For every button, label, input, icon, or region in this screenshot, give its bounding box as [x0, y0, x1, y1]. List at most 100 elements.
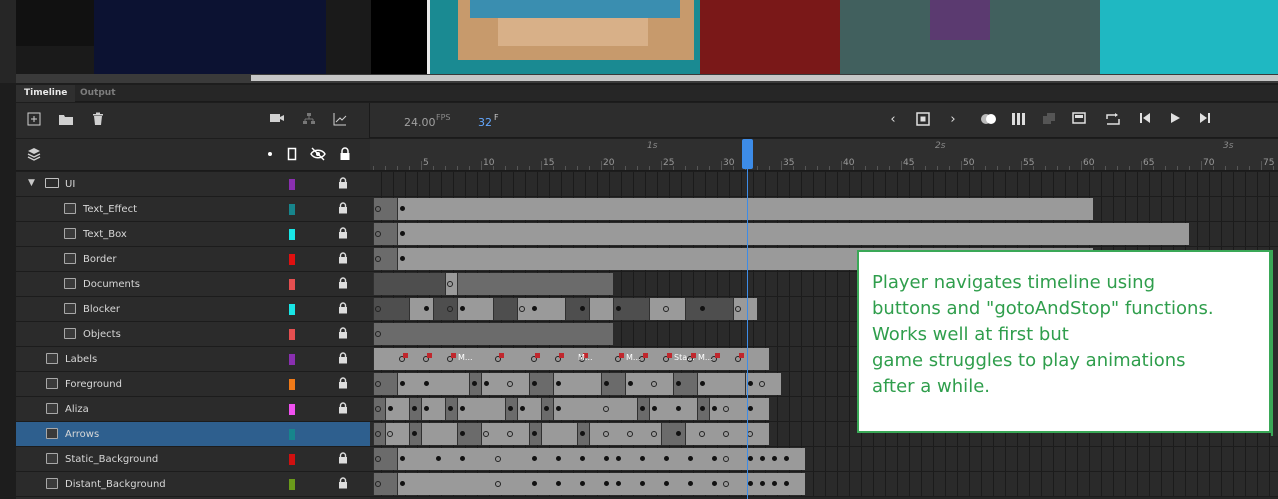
empty-keyframe[interactable] [627, 431, 633, 437]
empty-keyframe[interactable] [375, 231, 381, 237]
empty-keyframe[interactable] [375, 456, 381, 462]
keyframe[interactable] [700, 306, 705, 311]
keyframe[interactable] [400, 231, 405, 236]
keyframe[interactable] [640, 406, 645, 411]
lock-icon[interactable] [338, 177, 348, 192]
layer-row[interactable]: Labels [16, 347, 370, 372]
keyframe[interactable] [448, 406, 453, 411]
frame-row[interactable] [370, 447, 1278, 472]
layer-color-swatch[interactable] [289, 179, 295, 190]
lock-icon[interactable] [338, 352, 348, 367]
lock-icon[interactable] [338, 327, 348, 342]
lock-icon[interactable] [338, 277, 348, 292]
frame-row[interactable] [370, 197, 1278, 222]
keyframe[interactable] [664, 481, 669, 486]
layer-color-swatch[interactable] [289, 454, 295, 465]
empty-keyframe[interactable] [507, 381, 513, 387]
expand-folder-icon[interactable]: ▼ [28, 178, 35, 188]
layer-color-swatch[interactable] [289, 479, 295, 490]
visibility-icon[interactable] [310, 147, 326, 163]
layer-color-swatch[interactable] [289, 279, 295, 290]
empty-keyframe[interactable] [519, 306, 525, 312]
keyframe[interactable] [628, 381, 633, 386]
keyframe[interactable] [532, 306, 537, 311]
frame-row[interactable] [370, 172, 1278, 197]
keyframe[interactable] [424, 381, 429, 386]
layer-color-swatch[interactable] [289, 229, 295, 240]
tab-timeline[interactable]: Timeline [16, 85, 76, 102]
frame-span[interactable] [397, 223, 1189, 245]
empty-keyframe[interactable] [603, 406, 609, 412]
keyframe[interactable] [604, 381, 609, 386]
keyframe[interactable] [472, 381, 477, 386]
keyframe[interactable] [580, 456, 585, 461]
empty-keyframe[interactable] [723, 481, 729, 487]
delete-icon[interactable] [90, 112, 106, 128]
empty-keyframe[interactable] [699, 431, 705, 437]
keyframe[interactable] [640, 456, 645, 461]
keyframe[interactable] [772, 456, 777, 461]
keyframe[interactable] [712, 456, 717, 461]
keyframe[interactable] [712, 481, 717, 486]
layer-row[interactable]: Border [16, 247, 370, 272]
keyframe[interactable] [424, 306, 429, 311]
keyframe[interactable] [616, 306, 621, 311]
keyframe[interactable] [460, 431, 465, 436]
new-folder-icon[interactable] [58, 112, 74, 128]
prev-icon[interactable]: ‹ [884, 112, 902, 128]
keyframe[interactable] [532, 381, 537, 386]
keyframe[interactable] [532, 481, 537, 486]
keyframe[interactable] [784, 456, 789, 461]
new-layer-icon[interactable] [26, 112, 42, 128]
empty-keyframe[interactable] [387, 431, 393, 437]
keyframe[interactable] [424, 406, 429, 411]
layer-row[interactable]: Objects [16, 322, 370, 347]
keyframe[interactable] [748, 406, 753, 411]
onion-skin-icon[interactable] [980, 112, 998, 128]
layer-row[interactable]: Arrows [16, 422, 370, 447]
keyframe[interactable] [652, 406, 657, 411]
next-icon[interactable]: › [944, 112, 962, 128]
layer-color-swatch[interactable] [289, 404, 295, 415]
lock-icon[interactable] [338, 477, 348, 492]
layer-color-swatch[interactable] [289, 304, 295, 315]
lock-icon[interactable] [338, 302, 348, 317]
lock-icon[interactable] [338, 402, 348, 417]
empty-keyframe[interactable] [375, 306, 381, 312]
outline-icon[interactable] [284, 147, 300, 163]
loop-icon[interactable] [1104, 112, 1122, 128]
keyframe[interactable] [400, 256, 405, 261]
empty-keyframe[interactable] [723, 406, 729, 412]
keyframe[interactable] [412, 431, 417, 436]
keyframe[interactable] [556, 381, 561, 386]
layer-row[interactable]: ▼ UI [16, 172, 370, 197]
layer-row[interactable]: Blocker [16, 297, 370, 322]
empty-keyframe[interactable] [375, 206, 381, 212]
empty-keyframe[interactable] [495, 481, 501, 487]
keyframe[interactable] [748, 381, 753, 386]
layer-row[interactable]: Documents [16, 272, 370, 297]
keyframe[interactable] [532, 431, 537, 436]
keyframe[interactable] [460, 406, 465, 411]
empty-keyframe[interactable] [495, 456, 501, 462]
keyframe[interactable] [400, 381, 405, 386]
empty-keyframe[interactable] [375, 381, 381, 387]
keyframe[interactable] [784, 481, 789, 486]
frame-span[interactable] [373, 323, 613, 345]
empty-keyframe[interactable] [483, 431, 489, 437]
keyframe[interactable] [400, 456, 405, 461]
tab-output[interactable]: Output [72, 85, 124, 102]
edit-multiple-icon[interactable] [1040, 112, 1058, 128]
keyframe[interactable] [460, 456, 465, 461]
keyframe[interactable] [616, 456, 621, 461]
keyframe[interactable] [676, 381, 681, 386]
empty-keyframe[interactable] [447, 306, 453, 312]
keyframe[interactable] [616, 481, 621, 486]
keyframe[interactable] [436, 456, 441, 461]
keyframe[interactable] [748, 481, 753, 486]
lock-icon[interactable] [338, 227, 348, 242]
layer-color-swatch[interactable] [289, 254, 295, 265]
keyframe[interactable] [688, 456, 693, 461]
keyframe[interactable] [604, 481, 609, 486]
layer-row[interactable]: Aliza [16, 397, 370, 422]
